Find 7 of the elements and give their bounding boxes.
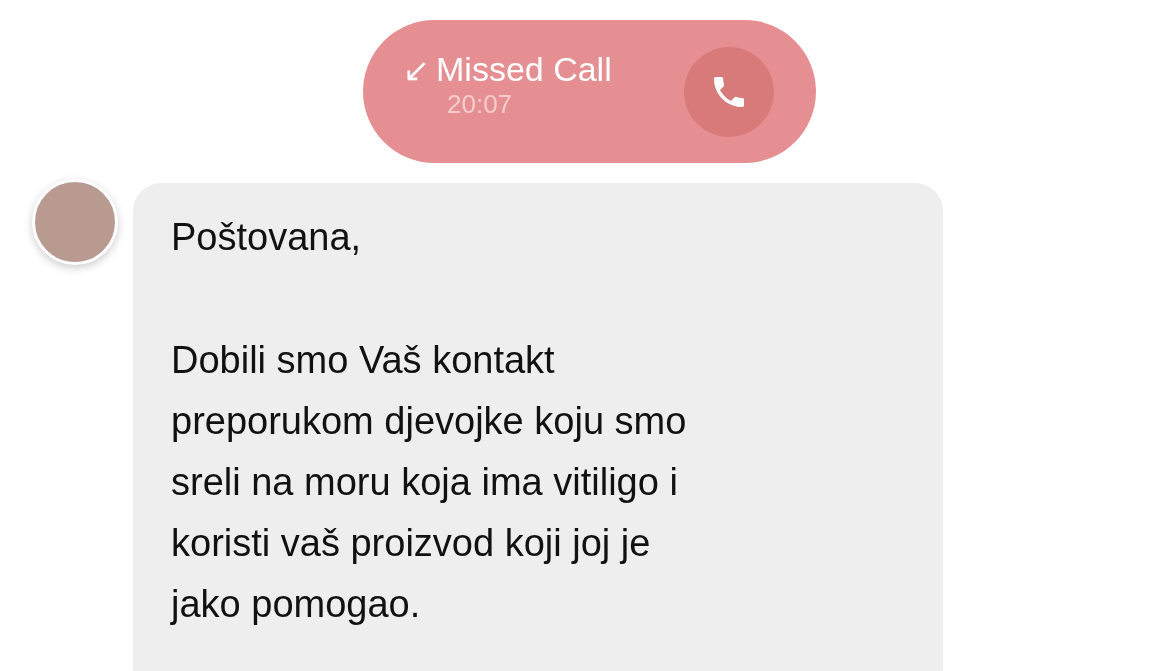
message-text: Dobili smo Vaš kontakt preporukom djevojke koju smo sreli na moru koja ima vitiligo i koristi vaš proizvod koji joj je jako pomogao. <box>171 338 688 627</box>
call-time: 20:07 <box>447 88 514 120</box>
arrow-glyph: ↙ <box>403 54 430 86</box>
avatar[interactable] <box>32 179 118 265</box>
call-title: Missed Call <box>436 51 612 89</box>
message-text: Poštovana, <box>171 215 363 260</box>
missed-call-notice[interactable]: ↙ Missed Call 20:07 <box>363 20 816 163</box>
